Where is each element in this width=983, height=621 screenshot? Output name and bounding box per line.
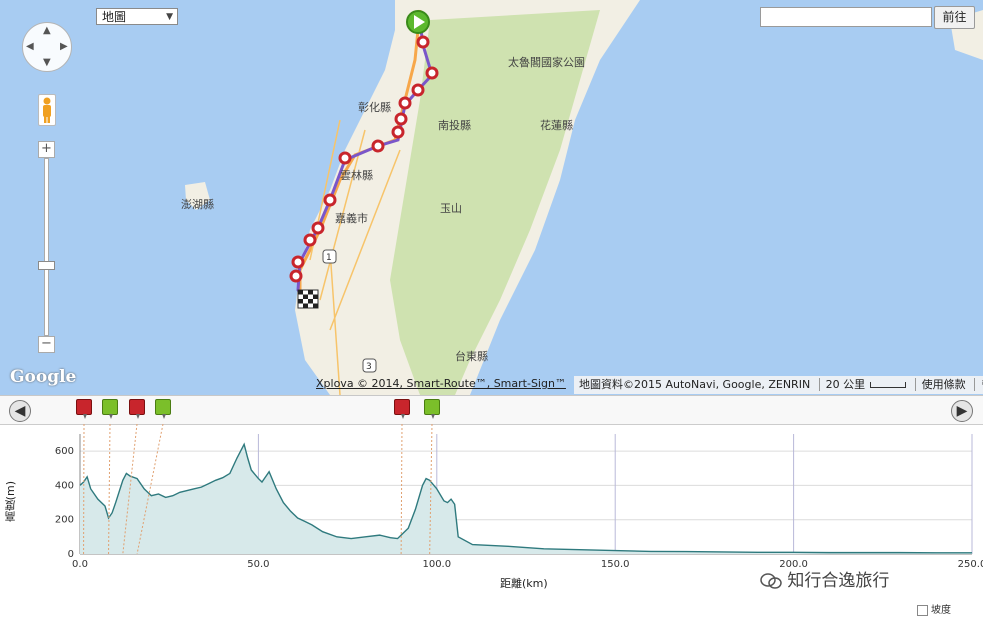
climb-end-marker[interactable]	[424, 399, 440, 415]
map-label-yushan: 玉山	[440, 202, 462, 215]
zoom-slider-thumb[interactable]	[38, 261, 55, 270]
map-type-label: 地圖	[102, 10, 126, 24]
y-tick-label: 200	[55, 515, 74, 526]
climb-start-marker[interactable]	[394, 399, 410, 415]
x-tick-label: 250.0	[958, 559, 983, 570]
map-label-hualien: 花蓮縣	[540, 118, 573, 132]
watermark-text: 知行合逸旅行	[760, 566, 889, 591]
map-data-bar: 地圖資料©2015 AutoNavi, Google, ZENRIN 20 公里…	[574, 376, 983, 394]
x-tick-label: 50.0	[247, 559, 269, 570]
x-tick-label: 100.0	[422, 559, 451, 570]
google-logo: Google	[10, 367, 76, 387]
map-label-chiayi: 嘉義市	[335, 211, 368, 225]
map-label-taitung: 台東縣	[455, 349, 488, 363]
prev-arrow-button[interactable]: ◀	[9, 400, 31, 422]
x-tick-label: 150.0	[601, 559, 630, 570]
xplova-attribution-link[interactable]: Xplova © 2014, Smart-Route™, Smart-Sign™	[316, 377, 566, 390]
map-label-changhua: 彰化縣	[358, 100, 391, 114]
pan-control[interactable]: ▲ ▼ ◀ ▶	[22, 22, 72, 72]
expand-icon[interactable]: ↸	[974, 378, 983, 391]
search-button[interactable]: 前往	[934, 6, 975, 29]
next-arrow-button[interactable]: ▶	[951, 400, 973, 422]
y-tick-label: 400	[55, 480, 74, 491]
scale-bar	[870, 382, 906, 388]
map-type-select[interactable]: 地圖 ▼	[96, 8, 178, 25]
road-shield-3: 3	[366, 362, 372, 372]
watermark-label: 知行合逸旅行	[787, 571, 889, 591]
elevation-area	[80, 444, 972, 554]
map-label-taroko: 太魯閣國家公園	[508, 55, 585, 69]
y-tick-label: 600	[55, 446, 74, 457]
slope-toggle[interactable]: 坡度	[917, 601, 951, 616]
scale-label: 20 公里	[819, 378, 866, 391]
climb-start-marker[interactable]	[129, 399, 145, 415]
climb-marker-strip: ◀ ▶	[0, 396, 983, 425]
map-label-penghu: 澎湖縣	[181, 198, 214, 211]
map-canvas[interactable]: 太魯閣國家公園 彰化縣 南投縣 花蓮縣 雲林縣 澎湖縣 嘉義市 玉山 台東縣 1…	[0, 0, 983, 395]
zoom-out-button[interactable]: −	[38, 336, 55, 353]
wechat-icon	[760, 572, 782, 590]
climb-end-marker[interactable]	[102, 399, 118, 415]
street-view-pegman-icon[interactable]	[38, 94, 56, 126]
search-input[interactable]	[760, 7, 932, 27]
elevation-chart: 02004006000.050.0100.0150.0200.0250.0	[0, 424, 983, 621]
climb-end-marker[interactable]	[155, 399, 171, 415]
map-view[interactable]: 太魯閣國家公園 彰化縣 南投縣 花蓮縣 雲林縣 澎湖縣 嘉義市 玉山 台東縣 1…	[0, 0, 983, 395]
map-label-nantou: 南投縣	[438, 118, 471, 132]
map-label-yunlin: 雲林縣	[340, 168, 373, 182]
pan-down-icon[interactable]: ▼	[43, 57, 51, 68]
zoom-in-button[interactable]: +	[38, 141, 55, 158]
y-axis-label: 高度(m)	[3, 481, 19, 522]
road-shield-1: 1	[326, 253, 332, 263]
zoom-slider-track[interactable]	[44, 158, 49, 336]
terms-link[interactable]: 使用條款	[915, 378, 966, 391]
x-tick-label: 0.0	[72, 559, 88, 570]
pan-left-icon[interactable]: ◀	[26, 41, 34, 52]
map-data-text: 地圖資料©2015 AutoNavi, Google, ZENRIN	[579, 378, 810, 391]
pan-up-icon[interactable]: ▲	[43, 25, 51, 36]
pan-right-icon[interactable]: ▶	[60, 41, 68, 52]
slope-checkbox[interactable]	[917, 605, 928, 616]
slope-label: 坡度	[931, 605, 951, 616]
climb-start-marker[interactable]	[76, 399, 92, 415]
x-axis-label: 距離(km)	[500, 575, 548, 591]
elevation-profile-panel: ◀ ▶ 02004006000.050.0100.0150.0200.0250.…	[0, 395, 983, 621]
chevron-down-icon: ▼	[166, 9, 173, 26]
